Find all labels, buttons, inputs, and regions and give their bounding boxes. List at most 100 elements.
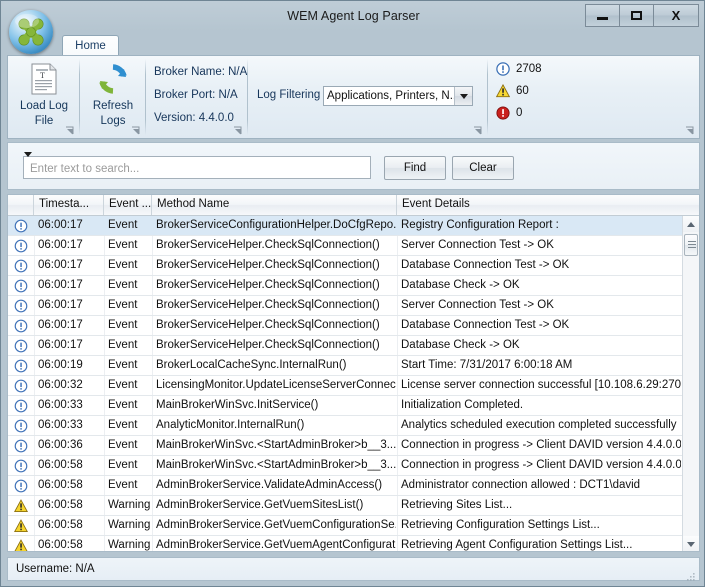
broker-name-text: Broker Name: N/A (154, 66, 247, 78)
table-row[interactable]: 06:00:19EventBrokerLocalCacheSync.Intern… (8, 356, 684, 376)
cell-method-name: AdminBrokerService.GetVuemAgentConfigura… (156, 536, 396, 552)
cell-timestamp: 06:00:36 (38, 436, 102, 455)
column-header-event[interactable]: Event ... (104, 195, 152, 215)
cell-method-name: BrokerServiceHelper.CheckSqlConnection() (156, 336, 396, 355)
cell-timestamp: 06:00:17 (38, 276, 102, 295)
cell-method-name: BrokerServiceHelper.CheckSqlConnection() (156, 316, 396, 335)
cell-event-details: Analytics scheduled execution completed … (401, 416, 681, 435)
info-count-value: 2708 (516, 63, 542, 75)
citrix-wem-orb-icon[interactable] (9, 10, 53, 54)
cell-timestamp: 06:00:17 (38, 316, 102, 335)
info-icon (12, 376, 30, 395)
column-header-event-details[interactable]: Event Details (397, 195, 684, 215)
cell-timestamp: 06:00:33 (38, 416, 102, 435)
resize-grip-icon[interactable] (686, 568, 696, 578)
cell-event-details: Server Connection Test -> OK (401, 236, 681, 255)
warning-count: 60 (496, 84, 529, 98)
clear-button[interactable]: Clear (452, 156, 514, 180)
ribbon-group-broker-info: Broker Name: N/A Broker Port: N/A Versio… (146, 56, 248, 138)
table-row[interactable]: 06:00:17 EventBrokerServiceHelper.CheckSq… (8, 316, 684, 336)
refresh-logs-button[interactable]: Refresh Logs (79, 60, 147, 128)
table-row[interactable]: 06:00:58WarningAdminBrokerService.GetVue… (8, 536, 684, 552)
info-icon (12, 476, 30, 495)
search-combobox[interactable] (23, 156, 371, 179)
info-count: 2708 (496, 62, 542, 76)
table-row[interactable]: 06:00:32EventLicensingMonitor.UpdateLice… (8, 376, 684, 396)
cell-timestamp: 06:00:58 (38, 456, 102, 475)
cell-event-details: Administrator connection allowed : DCT1\… (401, 476, 681, 495)
table-row[interactable]: 06:00:17EventBrokerServiceHelper.CheckSq… (8, 256, 684, 276)
maximize-icon (631, 11, 642, 20)
cell-method-name: BrokerServiceHelper.CheckSqlConnection() (156, 236, 396, 255)
load-log-file-button[interactable]: T Load Log File (10, 60, 78, 128)
log-filtering-dropdown[interactable]: Applications, Printers, N... (323, 86, 473, 106)
info-icon (12, 216, 30, 235)
cell-event: Event (108, 456, 154, 475)
refresh-circular-arrows-icon (79, 60, 147, 98)
warning-icon (496, 84, 510, 98)
cell-event: Event (108, 316, 154, 335)
svg-text:T: T (40, 71, 45, 80)
cell-event: Event (108, 256, 154, 275)
refresh-group-launcher-icon[interactable] (131, 126, 141, 136)
cell-timestamp: 06:00:58 (38, 496, 102, 515)
vertical-scrollbar[interactable] (682, 216, 699, 552)
info-icon (12, 276, 30, 295)
document-text-icon: T (10, 60, 78, 98)
column-header-icon[interactable] (8, 195, 34, 215)
status-bar: Username: N/A (7, 557, 700, 581)
table-row[interactable]: 06:00:17EventBrokerServiceConfigurationH… (8, 216, 684, 236)
table-row[interactable]: 06:00:17EventBrokerServiceHelper.CheckSq… (8, 236, 684, 256)
filter-group-launcher-icon[interactable] (473, 126, 483, 136)
cell-event: Event (108, 436, 154, 455)
chevron-down-icon[interactable] (454, 87, 472, 105)
triangle-up-icon (687, 222, 695, 227)
info-icon (12, 316, 30, 335)
cell-event: Event (108, 296, 154, 315)
close-button[interactable]: X (653, 4, 699, 27)
info-icon (12, 416, 30, 435)
table-header: Timesta... Event ... Method Name Event D… (8, 195, 700, 216)
table-row[interactable]: 06:00:36EventMainBrokerWinSvc.<StartAdmi… (8, 436, 684, 456)
cell-event-details: Retrieving Sites List... (401, 496, 681, 515)
window-frame: WEM Agent Log Parser X (0, 0, 705, 587)
cell-timestamp: 06:00:17 (38, 336, 102, 355)
column-header-method-name[interactable]: Method Name (152, 195, 397, 215)
find-button[interactable]: Find (384, 156, 446, 180)
counts-group-launcher-icon[interactable] (685, 126, 695, 136)
cell-event: Event (108, 396, 154, 415)
scroll-down-button[interactable] (683, 536, 699, 552)
cell-event: Warning (108, 516, 154, 535)
info-icon (12, 436, 30, 455)
maximize-button[interactable] (619, 4, 654, 27)
table-row[interactable]: 06:00:58WarningAdminBrokerService.GetVue… (8, 516, 684, 536)
ribbon-tab-strip: Home (2, 32, 705, 56)
load-log-group-launcher-icon[interactable] (65, 126, 75, 136)
scroll-up-button[interactable] (683, 216, 699, 232)
table-row[interactable]: 06:00:58EventMainBrokerWinSvc.<StartAdmi… (8, 456, 684, 476)
table-row[interactable]: 06:00:58WarningAdminBrokerService.GetVue… (8, 496, 684, 516)
table-row[interactable]: 06:00:58EventAdminBrokerService.Validate… (8, 476, 684, 496)
search-panel: Find Clear (7, 142, 700, 190)
minimize-button[interactable] (585, 4, 620, 27)
tab-home[interactable]: Home (62, 35, 119, 56)
ribbon-group-load-log: T Load Log File (8, 56, 80, 138)
table-row[interactable]: 06:00:33EventAnalyticMonitor.InternalRun… (8, 416, 684, 436)
cell-event: Event (108, 476, 154, 495)
table-row[interactable]: 06:00:17EventBrokerServiceHelper.CheckSq… (8, 276, 684, 296)
scrollbar-thumb[interactable] (684, 234, 698, 256)
warning-icon (12, 536, 30, 552)
cell-timestamp: 06:00:19 (38, 356, 102, 375)
minimize-icon (597, 17, 608, 20)
table-row[interactable]: 06:00:17EventBrokerServiceHelper.CheckSq… (8, 296, 684, 316)
cell-event-details: Database Check -> OK (401, 336, 681, 355)
table-row[interactable]: 06:00:33EventMainBrokerWinSvc.InitServic… (8, 396, 684, 416)
info-icon (12, 296, 30, 315)
search-input[interactable] (28, 157, 352, 180)
cell-method-name: MainBrokerWinSvc.InitService() (156, 396, 396, 415)
table-row[interactable]: 06:00:17EventBrokerServiceHelper.CheckSq… (8, 336, 684, 356)
cell-timestamp: 06:00:17 (38, 296, 102, 315)
cell-event-details: Retrieving Configuration Settings List..… (401, 516, 681, 535)
broker-group-launcher-icon[interactable] (233, 126, 243, 136)
column-header-timestamp[interactable]: Timesta... (34, 195, 104, 215)
